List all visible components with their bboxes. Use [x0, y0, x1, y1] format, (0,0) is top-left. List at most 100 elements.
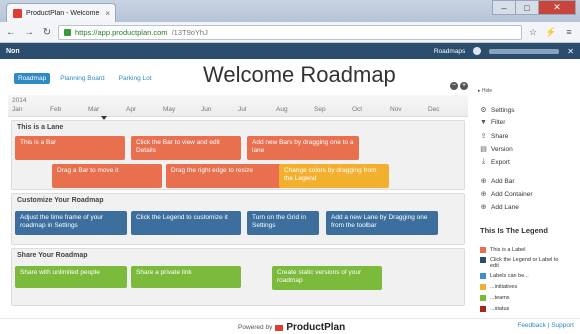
sidebar-item-add-container[interactable]: ⊕ Add Container [480, 190, 533, 199]
roadmap-bar[interactable]: Drag a Bar to move it [52, 164, 162, 188]
share-icon: ⇪ [480, 133, 487, 140]
roadmap-bar[interactable]: Click the Legend to customize it [131, 211, 241, 235]
sidebar-item-label: Add Lane [491, 203, 519, 211]
add-circle-icon: ⊕ [480, 204, 487, 211]
lane-title: Share Your Roadmap [17, 252, 88, 259]
legend-item[interactable]: ...teams [480, 295, 510, 301]
legend-item[interactable]: Labels can be... [480, 273, 529, 279]
legend-label: ...teams [490, 295, 510, 301]
version-icon: ▤ [480, 146, 487, 153]
legend-swatch [480, 247, 486, 253]
bookmark-star-icon[interactable]: ☆ [526, 25, 540, 39]
tab-title: ProductPlan - Welcome R [26, 9, 102, 17]
add-circle-icon: ⊕ [480, 191, 487, 198]
month-label: Jun [201, 106, 212, 113]
lane-title: Customize Your Roadmap [17, 197, 104, 204]
powered-by: Powered by ProductPlan [238, 322, 345, 333]
filter-icon: ▼ [480, 119, 487, 126]
lock-icon [64, 28, 71, 36]
legend-item[interactable]: Click the Legend or Label to edit [480, 257, 560, 269]
gear-icon: ⚙ [480, 107, 487, 114]
bar-label: Create static versions of your roadmap [277, 269, 362, 284]
legend-swatch [480, 295, 486, 301]
feedback-link[interactable]: Feedback [517, 322, 546, 329]
powered-by-text: Powered by [238, 324, 273, 331]
legend-item[interactable]: ...status [480, 306, 509, 312]
sidebar-item-label: Version [491, 145, 513, 153]
month-label: Oct [352, 106, 363, 113]
lane-share-your-roadmap[interactable]: Share Your Roadmap Share with unlimited … [11, 248, 465, 306]
tab-planning-board[interactable]: Planning Board [56, 73, 108, 84]
back-icon[interactable]: ← [4, 25, 18, 39]
tab-parking-lot[interactable]: Parking Lot [115, 73, 156, 84]
roadmap-bar[interactable]: Create static versions of your roadmap [272, 266, 382, 290]
month-label: Aug [276, 106, 288, 113]
lane-this-is-a-lane[interactable]: This is a Lane This is a Bar Click the B… [11, 120, 465, 190]
sidebar-item-export[interactable]: ⤓ Export [480, 158, 510, 166]
browser-tab[interactable]: ProductPlan - Welcome R × [6, 3, 116, 22]
roadmap-bar[interactable]: Share with unlimited people [15, 266, 127, 288]
maximize-button[interactable]: □ [515, 0, 539, 15]
reload-icon[interactable]: ↻ [40, 25, 54, 39]
zoom-out-icon[interactable]: − [450, 82, 458, 90]
view-tabs: Roadmap Planning Board Parking Lot [14, 73, 156, 84]
sidebar-item-settings[interactable]: ⚙ Settings [480, 106, 514, 115]
chevron-right-icon: ▸ [478, 88, 481, 94]
sidebar-item-add-bar[interactable]: ⊕ Add Bar [480, 177, 515, 186]
sidebar-item-add-lane[interactable]: ⊕ Add Lane [480, 203, 519, 212]
lane-customize-your-roadmap[interactable]: Customize Your Roadmap Adjust the time f… [11, 193, 465, 245]
minimize-button[interactable]: – [492, 0, 516, 15]
sidebar-item-label: Export [491, 158, 510, 166]
export-icon: ⤓ [481, 158, 486, 165]
app-header: Non Roadmaps ✕ [0, 43, 580, 59]
sidebar-item-filter[interactable]: ▼ Filter [480, 119, 505, 126]
support-link[interactable]: Support [551, 322, 574, 329]
window-close-button[interactable]: ✕ [538, 0, 576, 15]
roadmap-bar[interactable]: This is a Bar [15, 136, 125, 160]
bar-label: Share a private link [136, 269, 192, 276]
hide-sidebar-link[interactable]: ▸ Hide [478, 88, 492, 94]
roadmap-bar[interactable]: Share a private link [131, 266, 241, 288]
timeline-year: 2014 [12, 97, 27, 104]
roadmaps-link[interactable]: Roadmaps [434, 48, 465, 55]
roadmap-bar[interactable]: Add a new Lane by Dragging one from the … [326, 211, 438, 235]
extension-icon[interactable]: ⚡ [544, 25, 558, 39]
user-email-redacted[interactable] [489, 48, 560, 54]
legend-item[interactable]: ...initiatives [480, 284, 517, 290]
productplan-brand: ProductPlan [286, 322, 346, 333]
month-label: Jan [12, 106, 23, 113]
roadmap-bar[interactable]: Add new Bars by dragging one to a lane [247, 136, 359, 160]
timeline-header: 2014 Jan Feb Mar Apr May Jun Jul Aug Sep… [8, 95, 468, 120]
zoom-controls: − + [450, 82, 468, 90]
roadmap-bar[interactable]: Drag the right edge to resize [166, 164, 282, 188]
roadmap-bar[interactable]: Turn on the Grid in Settings [247, 211, 319, 235]
address-bar[interactable]: https://app.productplan.com/13T9oYhJ [58, 24, 522, 40]
browser-menu-icon[interactable]: ≡ [562, 25, 576, 39]
app-header-right: Roadmaps ✕ [434, 47, 574, 56]
sidebar-item-version[interactable]: ▤ Version [480, 145, 513, 154]
tab-roadmap[interactable]: Roadmap [14, 73, 51, 84]
roadmap-board: Roadmap Planning Board Parking Lot Welco… [8, 62, 470, 318]
sidebar-item-label: Add Container [491, 190, 533, 198]
roadmap-bar[interactable]: Change colors by dragging from the Legen… [279, 164, 389, 188]
bar-label: Share with unlimited people [20, 269, 100, 276]
sidebar-item-share[interactable]: ⇪ Share [480, 132, 509, 141]
bar-label: Change colors by dragging from the Legen… [284, 167, 377, 182]
app-close-icon[interactable]: ✕ [567, 47, 574, 56]
bar-label: Turn on the Grid in Settings [252, 214, 306, 229]
legend-title[interactable]: This Is The Legend [480, 226, 548, 235]
tab-close-icon[interactable]: × [105, 9, 115, 18]
roadmap-bar[interactable]: Click the Bar to view and edit Details [131, 136, 241, 160]
roadmap-bar[interactable]: Adjust the time frame of your roadmap in… [15, 211, 127, 235]
legend-item[interactable]: This is a Label [480, 247, 525, 253]
footer: Powered by ProductPlan Feedback | Suppor… [0, 318, 580, 334]
month-label: Mar [88, 106, 100, 113]
zoom-in-icon[interactable]: + [460, 82, 468, 90]
productplan-logo-icon [275, 324, 284, 331]
bar-label: Add new Bars by dragging one to a lane [252, 139, 354, 154]
legend-label: Labels can be... [490, 273, 529, 279]
browser-titlebar: ProductPlan - Welcome R × – □ ✕ [0, 0, 580, 22]
user-avatar-icon[interactable] [473, 47, 482, 55]
forward-icon[interactable]: → [22, 25, 36, 39]
right-sidebar: ▸ Hide ⚙ Settings ▼ Filter ⇪ Share ▤ Ver… [474, 88, 580, 320]
